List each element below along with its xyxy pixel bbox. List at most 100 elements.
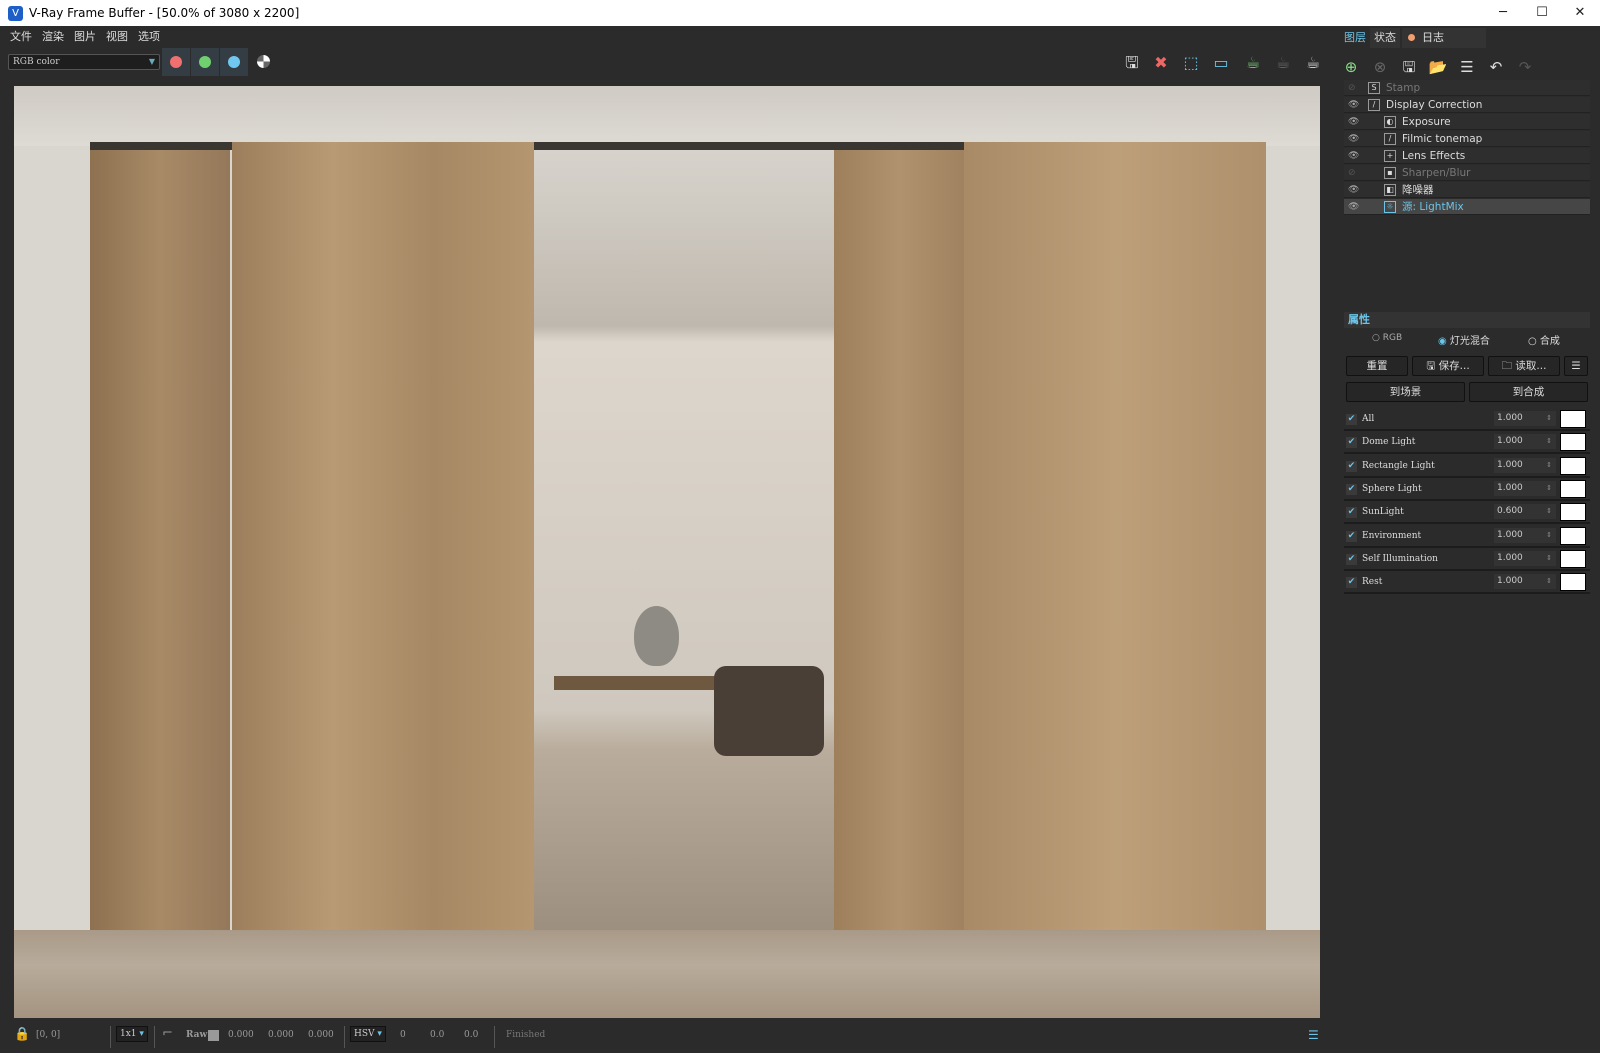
menu-options[interactable]: 选项 <box>138 28 160 44</box>
layer-item[interactable]: 👁 / Display Correction <box>1344 97 1590 113</box>
spinner-arrows-icon[interactable]: ⇕ <box>1546 458 1552 473</box>
light-intensity-spinner[interactable]: 1.000 ⇕ <box>1494 411 1556 426</box>
panel-toggle-icon[interactable]: ☰ <box>1308 1028 1319 1042</box>
light-intensity-spinner[interactable]: 1.000 ⇕ <box>1494 550 1556 566</box>
track-mouse-icon[interactable]: ▭ <box>1210 52 1232 74</box>
delete-layer-icon[interactable]: ⊗ <box>1369 56 1391 78</box>
light-intensity-spinner[interactable]: 0.600 ⇕ <box>1494 504 1556 520</box>
load-layers-icon[interactable]: 📂 <box>1427 56 1449 78</box>
light-enabled-checkbox[interactable]: ✔ <box>1346 437 1357 449</box>
light-enabled-checkbox[interactable]: ✔ <box>1346 530 1357 542</box>
light-enabled-checkbox[interactable]: ✔ <box>1346 483 1357 495</box>
layer-item[interactable]: 👁 + Lens Effects <box>1344 148 1590 164</box>
tab-log[interactable]: 日志 <box>1402 28 1486 48</box>
light-color-swatch[interactable] <box>1560 456 1586 475</box>
sample-size-select[interactable]: 1x1 ▾ <box>116 1026 148 1042</box>
save-layers-icon[interactable]: 🖫 <box>1398 56 1420 78</box>
light-enabled-checkbox[interactable]: ✔ <box>1346 577 1357 589</box>
layer-item[interactable]: ⊘ ▪ Sharpen/Blur <box>1344 165 1590 181</box>
lock-icon[interactable]: 🔒 <box>14 1027 30 1042</box>
green-channel-button[interactable] <box>191 48 219 76</box>
render-viewport[interactable]: 知末 ID: 1137040688 <box>14 86 1320 1018</box>
light-intensity-spinner[interactable]: 1.000 ⇕ <box>1494 480 1556 496</box>
spinner-arrows-icon[interactable]: ⇕ <box>1546 528 1552 543</box>
colorspace-select[interactable]: HSV ▾ <box>350 1026 386 1042</box>
clear-icon[interactable]: ✖ <box>1150 52 1172 74</box>
spinner-arrows-icon[interactable]: ⇕ <box>1546 551 1552 566</box>
minimize-button[interactable]: ─ <box>1483 0 1523 26</box>
mode-rgb-radio[interactable]: ○ RGB <box>1372 333 1402 343</box>
spinner-arrows-icon[interactable]: ⇕ <box>1546 411 1552 426</box>
chevron-down-icon: ▼ <box>148 57 155 66</box>
divider <box>494 1026 495 1048</box>
eye-hidden-icon[interactable]: ⊘ <box>1348 80 1356 96</box>
tab-layers[interactable]: 图层 <box>1340 28 1370 48</box>
redo-icon[interactable]: ↷ <box>1514 56 1536 78</box>
interactive-teapot-icon[interactable]: ☕ <box>1302 52 1324 74</box>
to-scene-button[interactable]: 到场景 <box>1346 382 1465 402</box>
light-color-swatch[interactable] <box>1560 526 1586 545</box>
tab-stats[interactable]: 状态 <box>1370 28 1400 48</box>
maximize-button[interactable]: ☐ <box>1522 0 1562 26</box>
add-layer-icon[interactable]: ⊕ <box>1340 56 1362 78</box>
spinner-arrows-icon[interactable]: ⇕ <box>1546 434 1552 449</box>
blue-channel-button[interactable] <box>220 48 248 76</box>
light-enabled-checkbox[interactable]: ✔ <box>1346 507 1357 519</box>
mode-composite-radio[interactable]: ○ 合成 <box>1528 332 1560 347</box>
properties-header: 属性 <box>1344 312 1590 328</box>
channel-select[interactable]: RGB color ▼ <box>8 54 160 70</box>
light-enabled-checkbox[interactable]: ✔ <box>1346 414 1357 425</box>
curve-icon[interactable]: ⌐ <box>162 1026 173 1041</box>
render-teapot-icon[interactable]: ☕ <box>1242 52 1264 74</box>
eye-icon[interactable]: 👁 <box>1348 114 1359 130</box>
save-icon[interactable]: 🖫 <box>1121 52 1143 74</box>
light-intensity-value: 1.000 <box>1497 529 1523 540</box>
layer-item[interactable]: ⊘ S Stamp <box>1344 80 1590 96</box>
menu-view[interactable]: 视图 <box>106 28 128 44</box>
light-intensity-spinner[interactable]: 1.000 ⇕ <box>1494 574 1556 590</box>
region-select-icon[interactable]: ⬚ <box>1180 52 1202 74</box>
layer-item[interactable]: 👁 ◐ Exposure <box>1344 114 1590 130</box>
layer-item[interactable]: 👁 / Filmic tonemap <box>1344 131 1590 147</box>
load-button[interactable]: 🗀 读取... <box>1488 356 1560 376</box>
menu-file[interactable]: 文件 <box>10 28 32 44</box>
light-color-swatch[interactable] <box>1560 573 1586 592</box>
to-composite-button[interactable]: 到合成 <box>1469 382 1588 402</box>
eye-icon[interactable]: 👁 <box>1348 131 1359 147</box>
title-bar: V V-Ray Frame Buffer - [50.0% of 3080 x … <box>0 0 1600 26</box>
spinner-arrows-icon[interactable]: ⇕ <box>1546 504 1552 519</box>
alpha-channel-icon[interactable] <box>257 55 270 68</box>
eye-icon[interactable]: 👁 <box>1348 148 1359 164</box>
light-color-swatch[interactable] <box>1560 549 1586 568</box>
light-intensity-spinner[interactable]: 1.000 ⇕ <box>1494 457 1556 473</box>
light-color-swatch[interactable] <box>1560 410 1586 428</box>
eye-icon[interactable]: 👁 <box>1348 97 1359 113</box>
save-button[interactable]: 🖫 保存... <box>1412 356 1484 376</box>
eye-icon[interactable]: 👁 <box>1348 199 1359 215</box>
eye-icon[interactable]: 👁 <box>1348 182 1359 198</box>
tab-log-label: 日志 <box>1422 31 1444 44</box>
light-color-swatch[interactable] <box>1560 433 1586 452</box>
light-intensity-spinner[interactable]: 1.000 ⇕ <box>1494 527 1556 543</box>
undo-icon[interactable]: ↶ <box>1485 56 1507 78</box>
menu-image[interactable]: 图片 <box>74 28 96 44</box>
stop-render-icon[interactable]: ☕ <box>1272 52 1294 74</box>
eye-hidden-icon[interactable]: ⊘ <box>1348 165 1356 181</box>
light-enabled-checkbox[interactable]: ✔ <box>1346 460 1357 472</box>
layer-item[interactable]: 👁 ◧ 降噪器 <box>1344 182 1590 198</box>
light-color-swatch[interactable] <box>1560 503 1586 522</box>
light-intensity-spinner[interactable]: 1.000 ⇕ <box>1494 434 1556 450</box>
layer-item[interactable]: 👁 ☼ 源: LightMix <box>1344 199 1590 215</box>
close-button[interactable]: ✕ <box>1560 0 1600 26</box>
mode-lightmix-radio[interactable]: ◉ 灯光混合 <box>1438 332 1490 347</box>
light-color-swatch[interactable] <box>1560 479 1586 498</box>
light-enabled-checkbox[interactable]: ✔ <box>1346 553 1357 565</box>
layer-list-icon[interactable]: ☰ <box>1456 56 1478 78</box>
menu-render[interactable]: 渲染 <box>42 28 64 44</box>
status-bar: 🔒 [0, 0] 1x1 ▾ ⌐ Raw 0.000 0.000 0.000 H… <box>0 1020 1330 1053</box>
reset-button[interactable]: 重置 <box>1346 356 1408 376</box>
red-channel-button[interactable] <box>162 48 190 76</box>
spinner-arrows-icon[interactable]: ⇕ <box>1546 481 1552 496</box>
spinner-arrows-icon[interactable]: ⇕ <box>1546 574 1552 589</box>
options-menu-icon[interactable]: ☰ <box>1564 356 1588 376</box>
